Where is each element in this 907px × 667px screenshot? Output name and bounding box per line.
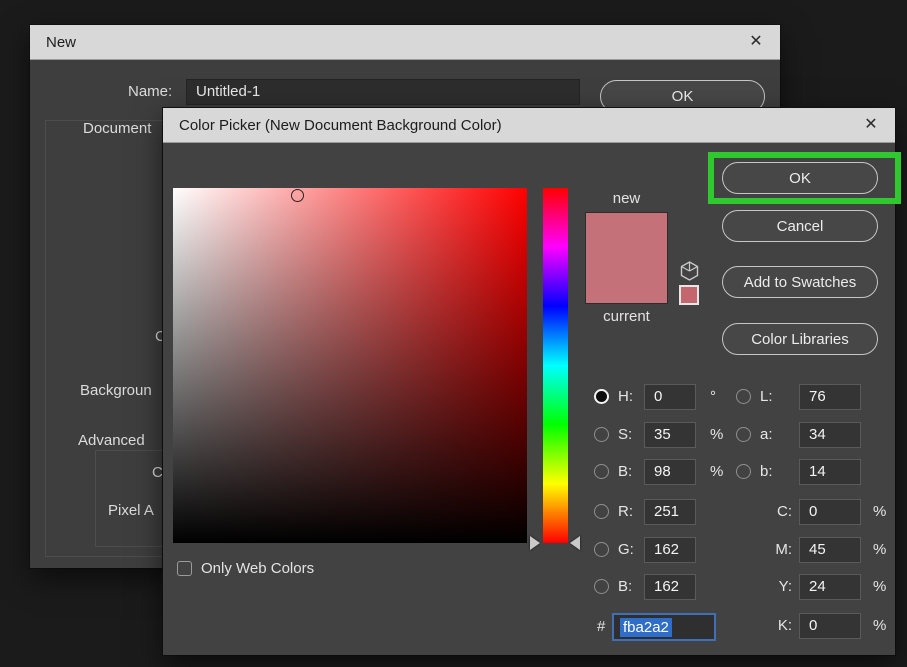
lab-b-label: b:: [760, 463, 799, 480]
yellow-field-row: Y: 24 %: [736, 573, 886, 600]
hue-input[interactable]: 0: [644, 384, 696, 410]
hex-value-selected-text: fba2a2: [620, 618, 672, 637]
saturation-input[interactable]: 35: [644, 422, 696, 448]
photoshop-workspace: New ✕ Name: Untitled-1 OK Document C Bac…: [0, 0, 907, 667]
hue-field-row: H: 0 °: [594, 383, 716, 410]
black-field-row: K: 0 %: [736, 612, 886, 639]
cyan-input[interactable]: 0: [799, 499, 861, 525]
lab-l-label: L:: [760, 388, 799, 405]
brightness-input[interactable]: 98: [644, 459, 696, 485]
lab-b-field-row: b: 14: [736, 458, 861, 485]
magenta-input[interactable]: 45: [799, 537, 861, 563]
hue-radio[interactable]: [594, 389, 609, 404]
lab-a-input[interactable]: 34: [799, 422, 861, 448]
hex-hash-label: #: [597, 618, 605, 635]
cancel-button[interactable]: Cancel: [722, 210, 878, 242]
magenta-unit: %: [873, 541, 886, 558]
hex-input[interactable]: fba2a2: [612, 613, 716, 641]
red-input[interactable]: 251: [644, 499, 696, 525]
lab-b-input[interactable]: 14: [799, 459, 861, 485]
new-dialog-title: New: [30, 34, 76, 51]
blue-field-row: B: 162: [594, 573, 710, 600]
brightness-label: B:: [618, 463, 644, 480]
red-radio[interactable]: [594, 504, 609, 519]
color-libraries-button[interactable]: Color Libraries: [722, 323, 878, 355]
yellow-label: Y:: [760, 578, 799, 595]
hue-slider-arrow-left-icon[interactable]: [530, 536, 540, 550]
black-label: K:: [760, 617, 799, 634]
green-radio[interactable]: [594, 542, 609, 557]
name-label: Name:: [128, 83, 172, 100]
saturation-field-row: S: 35 %: [594, 421, 723, 448]
red-field-row: R: 251: [594, 498, 710, 525]
brightness-unit: %: [710, 463, 723, 480]
black-unit: %: [873, 617, 886, 634]
only-web-colors-checkbox[interactable]: [177, 561, 192, 576]
web-color-warning-cube-icon[interactable]: [680, 261, 699, 281]
color-field[interactable]: [173, 188, 527, 543]
lab-b-radio[interactable]: [736, 464, 751, 479]
brightness-field-row: B: 98 %: [594, 458, 723, 485]
hue-label: H:: [618, 388, 644, 405]
ok-button[interactable]: OK: [722, 162, 878, 194]
lab-a-radio[interactable]: [736, 427, 751, 442]
color-picker-dialog: Color Picker (New Document Background Co…: [163, 108, 895, 655]
black-input[interactable]: 0: [799, 613, 861, 639]
hue-slider[interactable]: [543, 188, 568, 543]
lab-l-input[interactable]: 76: [799, 384, 861, 410]
pixel-aspect-ratio-label: Pixel A: [108, 502, 154, 519]
background-contents-label: Backgroun: [80, 382, 152, 399]
saturation-label: S:: [618, 426, 644, 443]
color-field-marker-icon[interactable]: [291, 189, 304, 202]
hue-unit: °: [710, 388, 716, 405]
blue-label: B:: [618, 578, 644, 595]
cyan-field-row: C: 0 %: [736, 498, 886, 525]
lab-a-label: a:: [760, 426, 799, 443]
cyan-label: C:: [760, 503, 799, 520]
lab-l-field-row: L: 76: [736, 383, 861, 410]
lab-l-radio[interactable]: [736, 389, 751, 404]
close-icon[interactable]: ✕: [746, 32, 766, 52]
saturation-radio[interactable]: [594, 427, 609, 442]
close-icon[interactable]: ✕: [861, 115, 881, 135]
new-current-color-swatch[interactable]: [585, 212, 668, 304]
advanced-label: Advanced: [78, 432, 145, 449]
color-picker-titlebar[interactable]: Color Picker (New Document Background Co…: [163, 108, 895, 143]
new-dialog-titlebar[interactable]: New ✕: [30, 25, 780, 60]
brightness-radio[interactable]: [594, 464, 609, 479]
swatch-current-label: current: [585, 308, 668, 325]
color-profile-label: C: [152, 464, 163, 481]
add-to-swatches-button[interactable]: Add to Swatches: [722, 266, 878, 298]
web-safe-color-swatch[interactable]: [679, 285, 699, 305]
green-field-row: G: 162: [594, 536, 710, 563]
magenta-label: M:: [760, 541, 799, 558]
yellow-unit: %: [873, 578, 886, 595]
blue-input[interactable]: 162: [644, 574, 696, 600]
only-web-colors-label: Only Web Colors: [201, 560, 314, 577]
cyan-unit: %: [873, 503, 886, 520]
document-type-label: Document: [83, 120, 151, 137]
green-input[interactable]: 162: [644, 537, 696, 563]
red-label: R:: [618, 503, 644, 520]
saturation-unit: %: [710, 426, 723, 443]
blue-radio[interactable]: [594, 579, 609, 594]
hue-slider-arrow-right-icon[interactable]: [570, 536, 580, 550]
magenta-field-row: M: 45 %: [736, 536, 886, 563]
color-picker-title: Color Picker (New Document Background Co…: [163, 117, 502, 134]
swatch-new-label: new: [585, 190, 668, 207]
name-input[interactable]: Untitled-1: [186, 79, 580, 105]
lab-a-field-row: a: 34: [736, 421, 861, 448]
yellow-input[interactable]: 24: [799, 574, 861, 600]
green-label: G:: [618, 541, 644, 558]
